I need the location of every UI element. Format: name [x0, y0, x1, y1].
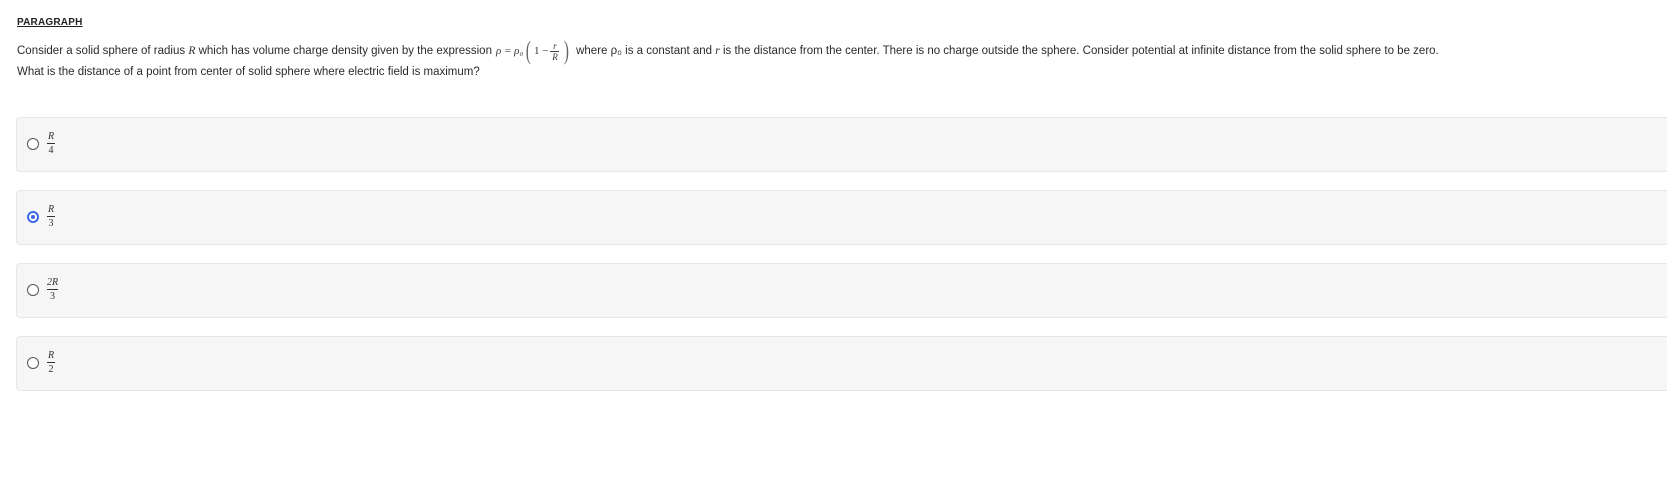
- charge-density-expression: ρ = ρ₀ ( 1 − r R ): [496, 38, 572, 64]
- option-d[interactable]: R 2: [16, 336, 1667, 391]
- var-r: r: [715, 45, 720, 57]
- option-d-numerator: R: [47, 350, 55, 361]
- expr-lhs: ρ = ρ₀: [495, 45, 524, 57]
- option-d-fraction: R 2: [47, 350, 55, 375]
- option-a-numerator: R: [47, 131, 55, 142]
- question-text-part4: is the distance from the center. There i…: [722, 45, 1439, 57]
- option-d-denominator: 2: [48, 364, 54, 375]
- option-b[interactable]: R 3: [16, 190, 1667, 245]
- fraction-bar: [47, 362, 55, 363]
- expr-fraction: r R: [550, 40, 560, 62]
- question-text-part3: where ρ₀ is a constant and: [576, 45, 713, 57]
- fraction-bar: [47, 216, 55, 217]
- option-b-radio[interactable]: [27, 211, 39, 223]
- option-a-denominator: 4: [48, 145, 54, 156]
- left-paren: (: [526, 36, 532, 65]
- question-text: Consider a solid sphere of radius R whic…: [17, 38, 1439, 64]
- question-prompt: What is the distance of a point from cen…: [17, 66, 480, 78]
- fraction-bar: [47, 289, 59, 290]
- question-text-part1: Consider a solid sphere of radius: [17, 45, 186, 57]
- question-text-part2: which has volume charge density given by…: [198, 45, 492, 57]
- option-b-denominator: 3: [48, 218, 54, 229]
- option-a[interactable]: R 4: [16, 117, 1667, 172]
- option-d-radio[interactable]: [27, 357, 39, 369]
- fraction-bar: [47, 143, 55, 144]
- var-R: R: [188, 45, 196, 57]
- option-c-radio[interactable]: [27, 284, 39, 296]
- option-b-fraction: R 3: [47, 204, 55, 229]
- expr-frac-num: r: [553, 40, 557, 51]
- option-c-denominator: 3: [50, 291, 56, 302]
- expr-one-minus: 1 −: [533, 45, 549, 57]
- paragraph-heading: PARAGRAPH: [17, 17, 83, 28]
- option-c-fraction: 2R 3: [47, 277, 59, 302]
- option-b-numerator: R: [47, 204, 55, 215]
- option-a-fraction: R 4: [47, 131, 55, 156]
- option-c-numerator: 2R: [47, 277, 59, 288]
- question-page: PARAGRAPH Consider a solid sphere of rad…: [0, 0, 1667, 486]
- right-paren: ): [564, 36, 570, 65]
- option-a-radio[interactable]: [27, 138, 39, 150]
- option-c[interactable]: 2R 3: [16, 263, 1667, 318]
- expr-frac-den: R: [552, 51, 558, 62]
